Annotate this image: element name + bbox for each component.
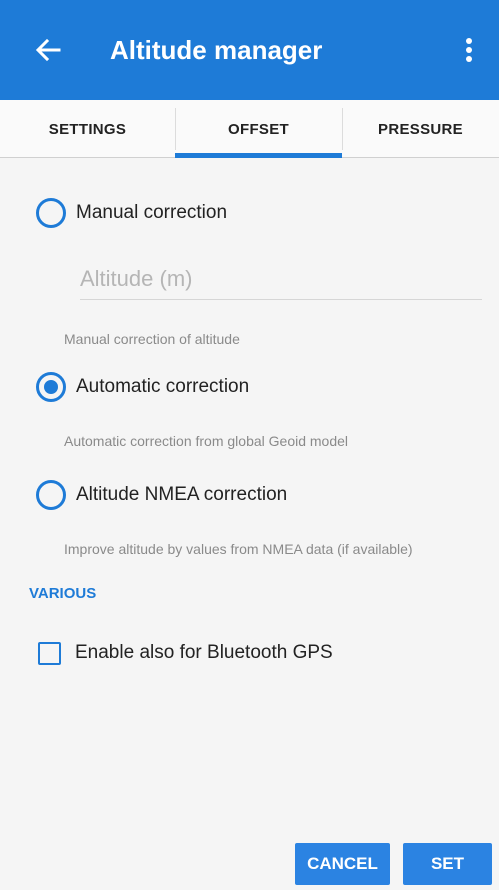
section-header-various: VARIOUS (29, 585, 97, 602)
cancel-button[interactable]: CANCEL (295, 843, 390, 885)
manual-correction-option[interactable]: Manual correction (36, 196, 227, 230)
tab-selected-indicator (175, 153, 342, 158)
automatic-correction-option[interactable]: Automatic correction (36, 370, 249, 404)
arrow-left-icon (35, 38, 61, 62)
set-button[interactable]: SET (403, 843, 492, 885)
tab-offset[interactable]: OFFSET (175, 100, 342, 158)
manual-correction-description: Manual correction of altitude (64, 331, 240, 347)
bluetooth-gps-checkbox[interactable] (38, 641, 61, 665)
automatic-correction-radio[interactable] (36, 372, 66, 402)
automatic-correction-label: Automatic correction (76, 376, 250, 397)
tab-settings[interactable]: SETTINGS (0, 100, 175, 158)
manual-correction-radio[interactable] (36, 198, 66, 228)
altitude-input-placeholder: Altitude (m) (80, 266, 193, 291)
page-title: Altitude manager (110, 35, 323, 65)
tab-bar: SETTINGS OFFSET PRESSURE (0, 100, 499, 158)
overflow-menu-button[interactable] (449, 28, 489, 72)
nmea-correction-description: Improve altitude by values from NMEA dat… (64, 541, 413, 557)
manual-correction-label: Manual correction (76, 202, 228, 223)
back-button[interactable] (26, 28, 70, 72)
nmea-correction-radio[interactable] (36, 480, 66, 510)
tab-pressure[interactable]: PRESSURE (342, 100, 499, 158)
bluetooth-gps-option[interactable]: Enable also for Bluetooth GPS (38, 638, 333, 668)
nmea-correction-label: Altitude NMEA correction (76, 484, 288, 505)
bluetooth-gps-label: Enable also for Bluetooth GPS (75, 642, 333, 663)
app-bar: Altitude manager (0, 0, 499, 100)
nmea-correction-option[interactable]: Altitude NMEA correction (36, 478, 287, 512)
altitude-input[interactable]: Altitude (m) (80, 262, 482, 300)
more-vertical-icon (466, 38, 472, 62)
automatic-correction-description: Automatic correction from global Geoid m… (64, 433, 349, 449)
